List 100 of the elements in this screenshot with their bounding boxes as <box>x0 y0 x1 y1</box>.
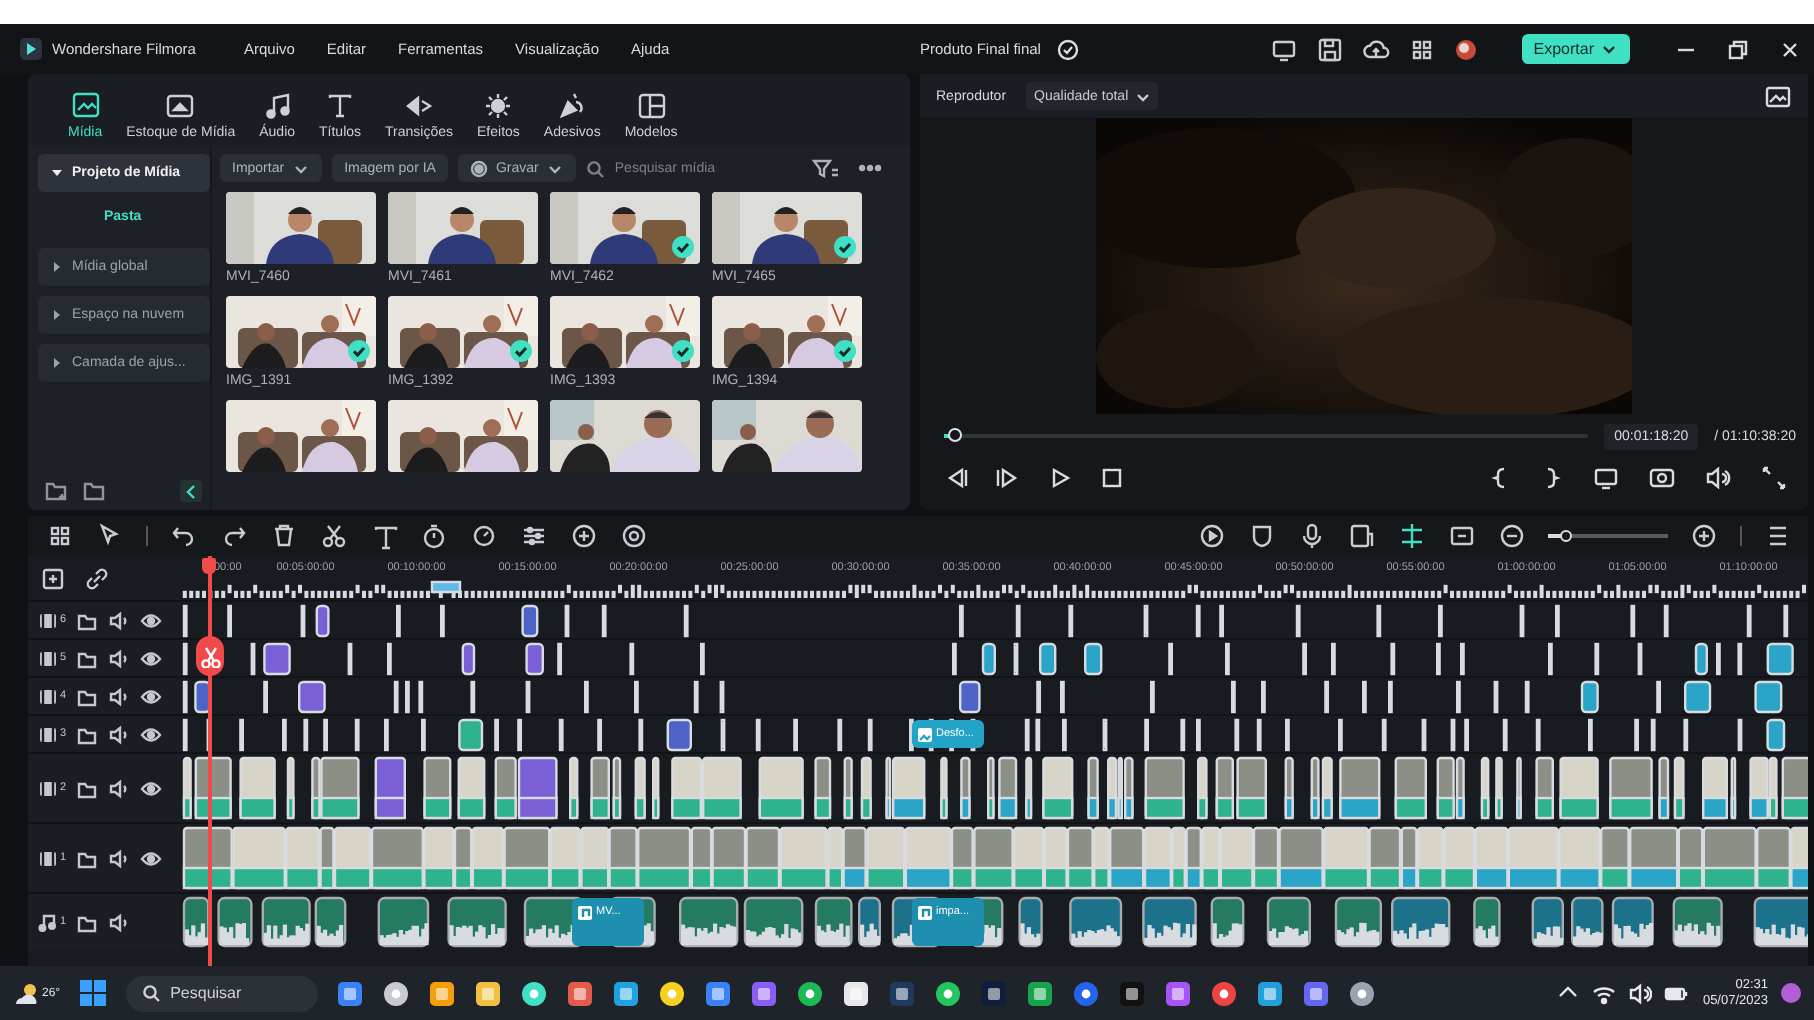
app-tile-icon[interactable] <box>1256 979 1285 1007</box>
app-tile-icon[interactable] <box>336 979 365 1007</box>
expanded-caret-icon[interactable] <box>50 166 64 180</box>
avatar-icon[interactable] <box>1453 37 1478 61</box>
next-frame-icon[interactable] <box>996 466 1020 490</box>
monitor-icon[interactable] <box>1269 35 1298 63</box>
previous-frame-icon[interactable] <box>944 466 968 490</box>
record-circle-icon[interactable] <box>620 522 648 550</box>
undo-icon[interactable] <box>170 522 198 550</box>
volume-icon[interactable] <box>108 723 131 745</box>
eye-icon[interactable] <box>140 609 163 631</box>
volume-icon[interactable] <box>108 685 131 707</box>
speed-icon[interactable] <box>470 522 498 550</box>
filter-icon[interactable] <box>812 158 840 178</box>
new-folder-icon[interactable] <box>44 478 68 502</box>
folder-icon[interactable] <box>76 723 99 745</box>
volume-icon[interactable] <box>1704 464 1732 492</box>
timer-icon[interactable] <box>420 522 448 550</box>
fit-icon[interactable] <box>1448 522 1476 550</box>
collapsed-caret-icon[interactable] <box>50 308 64 322</box>
folder-icon[interactable] <box>76 685 99 707</box>
notification-icon[interactable] <box>1780 982 1802 1004</box>
folder-icon[interactable] <box>76 647 99 669</box>
text-icon[interactable] <box>370 522 398 550</box>
camera-icon[interactable] <box>1648 464 1676 492</box>
volume-icon[interactable] <box>108 777 131 799</box>
app-tile-icon[interactable] <box>1302 979 1331 1007</box>
app-circle-icon[interactable] <box>1210 979 1239 1007</box>
folder-icon[interactable] <box>82 478 106 502</box>
split-handle[interactable] <box>196 636 224 676</box>
app-tile-icon[interactable] <box>428 979 457 1007</box>
add-track-icon[interactable] <box>40 565 66 591</box>
app-tile-icon[interactable] <box>612 979 641 1007</box>
seek-handle[interactable] <box>948 427 963 441</box>
app-tile-icon[interactable] <box>704 979 733 1007</box>
zoom-handle[interactable] <box>1560 529 1572 542</box>
export-button[interactable]: Exportar <box>1521 34 1630 64</box>
volume-icon[interactable] <box>108 911 131 933</box>
wifi-icon[interactable] <box>1592 981 1617 1005</box>
eye-icon[interactable] <box>140 777 163 799</box>
layout-icon[interactable] <box>46 522 74 550</box>
scissors-icon[interactable] <box>320 522 348 550</box>
fullscreen-icon[interactable] <box>1760 464 1788 492</box>
folder-icon[interactable] <box>76 777 99 799</box>
grid-icon[interactable] <box>1407 35 1436 63</box>
zoom-in-icon[interactable] <box>1690 522 1718 550</box>
volume-icon[interactable] <box>108 847 131 869</box>
pointer-icon[interactable] <box>96 522 124 550</box>
redo-icon[interactable] <box>220 522 248 550</box>
app-tile-icon[interactable] <box>474 979 503 1007</box>
volume-icon[interactable] <box>1628 981 1653 1005</box>
zoom-out-icon[interactable] <box>1498 522 1526 550</box>
weather-icon[interactable] <box>12 979 40 1007</box>
folder-icon[interactable] <box>76 609 99 631</box>
collapsed-caret-icon[interactable] <box>50 260 64 274</box>
restore-icon[interactable] <box>1726 37 1750 61</box>
cloud-upload-icon[interactable] <box>1361 35 1390 63</box>
app-circle-icon[interactable] <box>520 979 549 1007</box>
eye-icon[interactable] <box>140 847 163 869</box>
app-circle-icon[interactable] <box>382 979 411 1007</box>
app-tile-icon[interactable] <box>1026 979 1055 1007</box>
render-icon[interactable] <box>1198 522 1226 550</box>
volume-icon[interactable] <box>108 647 131 669</box>
folder-icon[interactable] <box>76 847 99 869</box>
app-tile-icon[interactable] <box>566 979 595 1007</box>
eye-icon[interactable] <box>140 723 163 745</box>
app-circle-icon[interactable] <box>1072 979 1101 1007</box>
link-icon[interactable] <box>84 565 110 591</box>
voiceover-icon[interactable] <box>1348 522 1376 550</box>
taskbar-search[interactable]: Pesquisar <box>126 975 319 1011</box>
app-tile-icon[interactable] <box>750 979 779 1007</box>
close-icon[interactable] <box>1778 37 1802 61</box>
start-icon[interactable] <box>78 978 109 1008</box>
volume-icon[interactable] <box>108 609 131 631</box>
playhead-handle[interactable] <box>202 558 216 574</box>
image-icon[interactable] <box>1764 83 1792 109</box>
snap-icon[interactable] <box>1398 522 1426 550</box>
app-circle-icon[interactable] <box>1348 979 1377 1007</box>
app-tile-icon[interactable] <box>980 979 1009 1007</box>
app-circle-icon[interactable] <box>658 979 687 1007</box>
app-circle-icon[interactable] <box>796 979 825 1007</box>
collapse-icon[interactable] <box>180 479 202 501</box>
save-icon[interactable] <box>1315 35 1344 63</box>
delete-icon[interactable] <box>270 522 298 550</box>
app-tile-icon[interactable] <box>1164 979 1193 1007</box>
play-icon[interactable] <box>1048 466 1072 490</box>
eye-icon[interactable] <box>140 647 163 669</box>
folder-icon[interactable] <box>76 911 99 933</box>
collapsed-caret-icon[interactable] <box>50 356 64 370</box>
app-tile-icon[interactable] <box>1118 979 1147 1007</box>
app-tile-icon[interactable] <box>842 979 871 1007</box>
app-tile-icon[interactable] <box>888 979 917 1007</box>
add-circle-icon[interactable] <box>570 522 598 550</box>
eye-icon[interactable] <box>140 685 163 707</box>
stop-icon[interactable] <box>1100 466 1124 490</box>
more-icon[interactable] <box>858 162 882 174</box>
adjust-icon[interactable] <box>520 522 548 550</box>
app-circle-icon[interactable] <box>934 979 963 1007</box>
microphone-icon[interactable] <box>1298 522 1326 550</box>
display-icon[interactable] <box>1592 464 1620 492</box>
